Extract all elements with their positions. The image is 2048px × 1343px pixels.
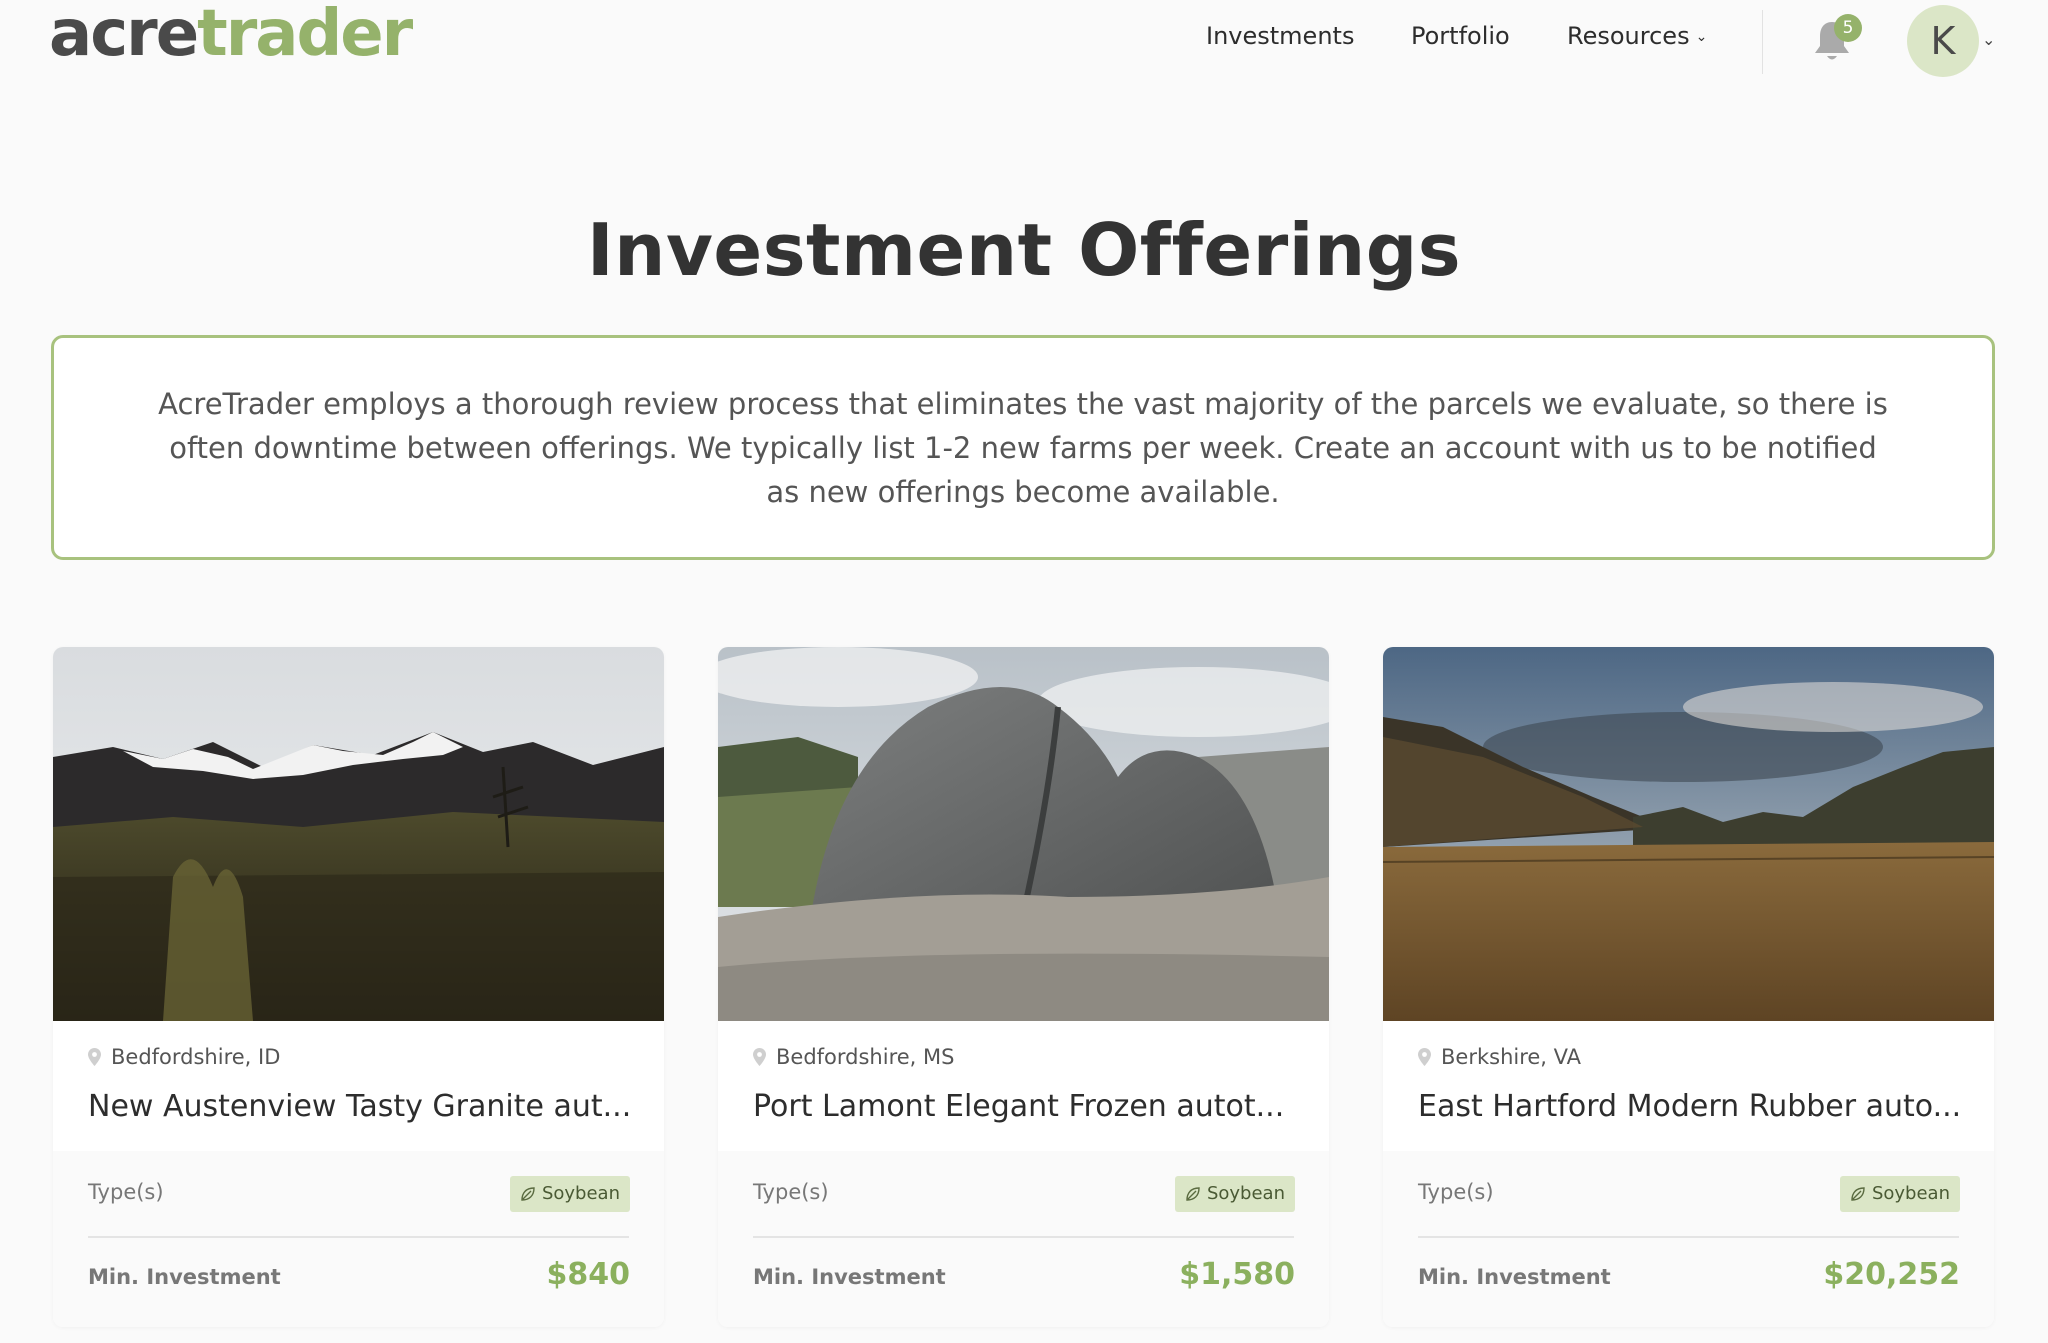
offering-card[interactable]: Bedfordshire, ID New Austenview Tasty Gr… <box>53 647 664 1327</box>
info-notice: AcreTrader employs a thorough review pro… <box>51 335 1995 560</box>
types-label: Type(s) <box>1418 1180 1494 1204</box>
card-image <box>1383 647 1994 1021</box>
card-title[interactable]: Port Lamont Elegant Frozen autot... <box>753 1087 1298 1127</box>
crop-tag-label: Soybean <box>1206 1183 1285 1204</box>
min-investment-value: $20,252 <box>1823 1257 1960 1292</box>
nav-portfolio[interactable]: Portfolio <box>1411 22 1510 50</box>
min-investment-value: $840 <box>546 1257 631 1292</box>
notification-badge: 5 <box>1834 14 1862 42</box>
card-location: Bedfordshire, MS <box>753 1045 954 1069</box>
card-footer: Type(s) Soybean Min. Investment $20,252 <box>1383 1151 1994 1327</box>
brand-logo[interactable]: acretrader <box>49 0 413 72</box>
card-image <box>53 647 664 1021</box>
nav-resources-label: Resources <box>1567 22 1690 50</box>
card-title[interactable]: East Hartford Modern Rubber auto... <box>1418 1087 1963 1127</box>
card-location-text: Berkshire, VA <box>1441 1045 1582 1069</box>
nav-investments[interactable]: Investments <box>1206 22 1354 50</box>
location-pin-icon <box>753 1048 766 1066</box>
page-title: Investment Offerings <box>586 208 1462 292</box>
divider <box>1418 1236 1959 1238</box>
min-investment-label: Min. Investment <box>1418 1265 1611 1289</box>
types-label: Type(s) <box>88 1180 164 1204</box>
card-footer: Type(s) Soybean Min. Investment $840 <box>53 1151 664 1327</box>
crop-tag-label: Soybean <box>541 1183 620 1204</box>
min-investment-label: Min. Investment <box>88 1265 281 1289</box>
leaf-icon <box>521 1187 535 1201</box>
card-location-text: Bedfordshire, MS <box>776 1045 955 1069</box>
leaf-icon <box>1186 1187 1200 1201</box>
divider <box>88 1236 629 1238</box>
min-investment-value: $1,580 <box>1179 1257 1295 1292</box>
types-label: Type(s) <box>753 1180 829 1204</box>
avatar-chevron-down-icon[interactable]: ⌄ <box>1982 30 1995 49</box>
chevron-down-icon: ⌄ <box>1695 29 1708 45</box>
card-location-text: Bedfordshire, ID <box>111 1045 281 1069</box>
crop-tag: Soybean <box>509 1176 630 1212</box>
card-image <box>718 647 1329 1021</box>
location-pin-icon <box>1418 1048 1431 1066</box>
location-pin-icon <box>88 1048 101 1066</box>
avatar[interactable]: K <box>1907 5 1979 77</box>
card-title[interactable]: New Austenview Tasty Granite aut... <box>88 1087 633 1127</box>
crop-tag: Soybean <box>1839 1176 1960 1212</box>
divider <box>753 1236 1294 1238</box>
crop-tag: Soybean <box>1174 1176 1295 1212</box>
nav-divider <box>1762 10 1763 74</box>
offering-card[interactable]: Bedfordshire, MS Port Lamont Elegant Fro… <box>718 647 1329 1327</box>
crop-tag-label: Soybean <box>1871 1183 1950 1204</box>
card-location: Berkshire, VA <box>1418 1045 1581 1069</box>
nav-resources[interactable]: Resources ⌄ <box>1567 22 1707 50</box>
card-location: Bedfordshire, ID <box>88 1045 280 1069</box>
brand-logo-part2: trader <box>197 0 413 71</box>
top-header: acretrader Investments Portfolio Resourc… <box>0 0 2048 90</box>
brand-logo-part1: acre <box>49 0 199 71</box>
offering-card[interactable]: Berkshire, VA East Hartford Modern Rubbe… <box>1383 647 1994 1327</box>
min-investment-label: Min. Investment <box>753 1265 946 1289</box>
card-footer: Type(s) Soybean Min. Investment $1,580 <box>718 1151 1329 1327</box>
leaf-icon <box>1851 1187 1865 1201</box>
